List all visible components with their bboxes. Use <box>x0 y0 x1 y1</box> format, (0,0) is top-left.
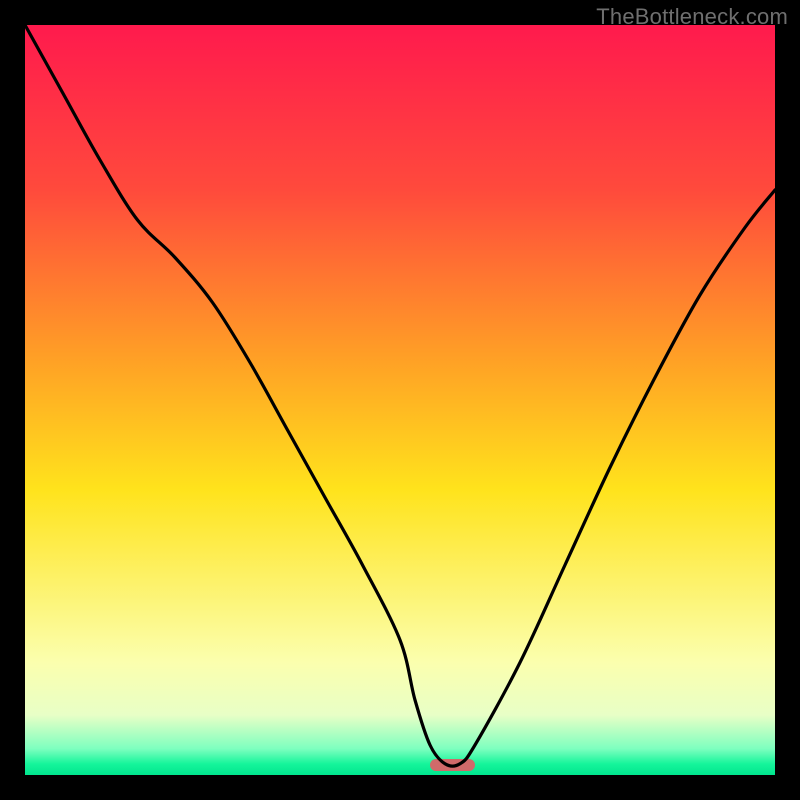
plot-area <box>25 25 775 775</box>
watermark-text: TheBottleneck.com <box>596 4 788 30</box>
bottleneck-chart <box>25 25 775 775</box>
chart-frame: TheBottleneck.com <box>0 0 800 800</box>
gradient-background <box>25 25 775 775</box>
